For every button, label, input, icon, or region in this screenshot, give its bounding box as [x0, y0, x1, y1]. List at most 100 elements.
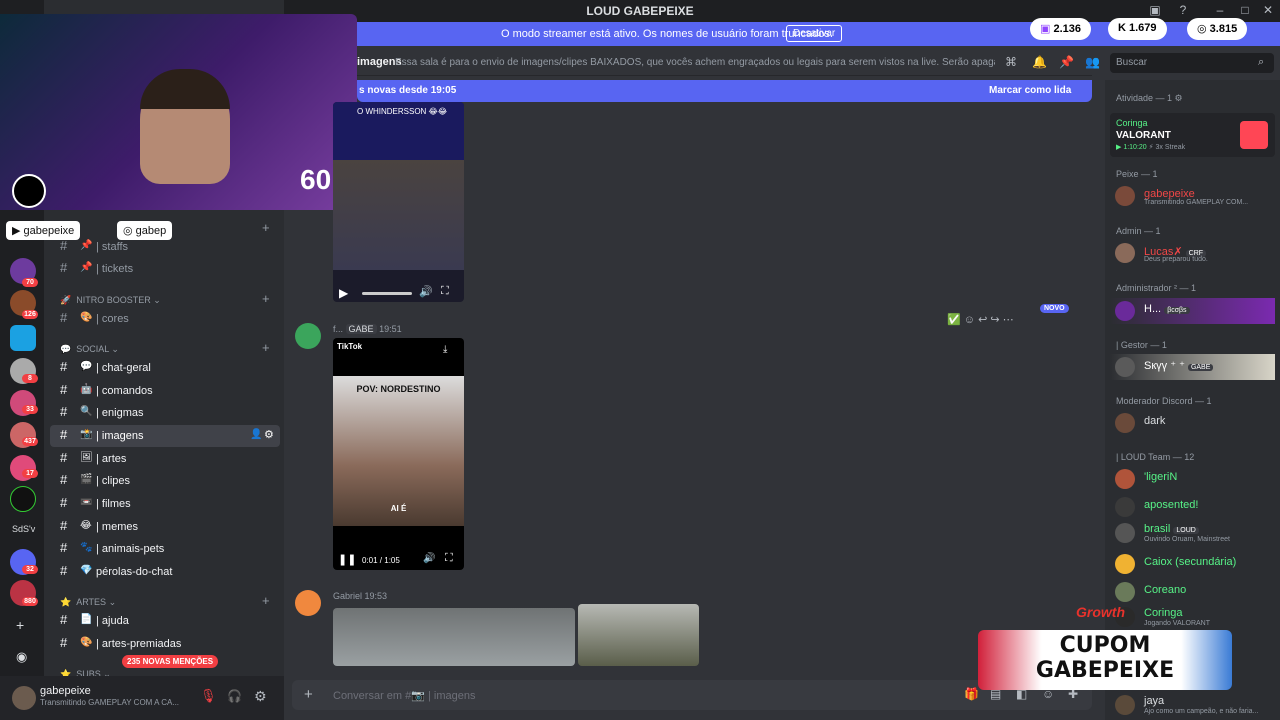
channel-ajuda[interactable]: # 📄 | ajuda: [50, 610, 280, 632]
add-channel-icon[interactable]: +: [262, 291, 270, 306]
category-artes[interactable]: ⭐ ARTES ⌄: [60, 597, 116, 608]
message-header: Gabriel 19:53: [333, 591, 387, 601]
fullscreen-icon[interactable]: ⛶: [441, 285, 449, 298]
avatar[interactable]: [295, 323, 321, 349]
channel-clipes[interactable]: # 🎬 | clipes: [50, 470, 280, 492]
explore-icon[interactable]: ◉: [16, 649, 27, 665]
channel-tickets[interactable]: # 📌 | tickets: [50, 258, 280, 280]
pause-icon[interactable]: ❚❚: [338, 553, 356, 566]
headphones-icon[interactable]: 🎧: [227, 689, 242, 703]
avatar[interactable]: [12, 686, 36, 710]
fullscreen-icon[interactable]: ⛶: [445, 552, 453, 565]
more-icon[interactable]: ⋯: [1003, 314, 1014, 326]
coupon-banner: CUPOM GABEPEIXE: [978, 630, 1232, 690]
member-item[interactable]: aposented!: [1110, 494, 1275, 520]
new-messages-bar[interactable]: s novas desde 19:05 Marcar como lida: [357, 80, 1092, 102]
add-channel-icon[interactable]: +: [262, 220, 270, 235]
video-progress[interactable]: [362, 292, 412, 295]
group-header: Moderador Discord — 1: [1116, 396, 1212, 406]
server-icon[interactable]: [10, 325, 36, 351]
download-icon[interactable]: ⤓: [443, 344, 447, 355]
channel-cores[interactable]: # 🎨 | cores: [50, 308, 280, 330]
video-time: 0:01 / 1:05: [362, 556, 400, 565]
mic-muted-icon[interactable]: 🎙: [200, 688, 217, 704]
volume-icon[interactable]: 🔊: [423, 553, 435, 564]
channel-topic[interactable]: Essa sala é para o envio de imagens/clip…: [395, 57, 995, 68]
message-input[interactable]: Conversar em #📷 | imagens: [333, 689, 476, 702]
attach-icon[interactable]: +: [304, 686, 313, 703]
image-attachment[interactable]: [578, 604, 699, 666]
search-input[interactable]: Buscar: [1110, 53, 1274, 73]
server-badge: 70: [22, 278, 38, 287]
sdsv-server[interactable]: SdS'v: [12, 524, 35, 534]
message-author[interactable]: f...: [333, 324, 343, 334]
youtube-icon: ▶: [12, 225, 24, 237]
reaction-icon[interactable]: ☺: [964, 314, 975, 326]
avatar[interactable]: [295, 590, 321, 616]
reply-icon[interactable]: ↩: [978, 314, 987, 326]
activity-card[interactable]: Coringa VALORANT ▶ 1:10:20 ⚡ 3x Streak: [1110, 113, 1275, 157]
minimize-icon[interactable]: –: [1210, 3, 1230, 17]
message-actions[interactable]: ✅ ☺ ↩ ↪ ⋯: [947, 313, 1014, 326]
maximize-icon[interactable]: □: [1235, 3, 1255, 17]
member-item[interactable]: gabepeixe Transmitindo GAMEPLAY COM...: [1110, 183, 1275, 209]
member-item[interactable]: Coreano: [1110, 579, 1275, 605]
threads-icon[interactable]: ⌘: [1005, 55, 1017, 69]
volume-icon[interactable]: 🔊: [419, 285, 433, 298]
channel-imagens[interactable]: # 📸 | imagens 👤 ⚙: [50, 425, 280, 447]
category-nitro[interactable]: 🚀 NITRO BOOSTER ⌄: [60, 295, 161, 306]
message-composer[interactable]: + Conversar em #📷 | imagens 🎁 ▤ ◧ ☺ ✚: [292, 680, 1092, 710]
forward-icon[interactable]: ↪: [990, 314, 999, 326]
member-item[interactable]: dark: [1110, 410, 1275, 436]
server-badge: 8: [22, 374, 38, 383]
message-author[interactable]: Gabriel: [333, 591, 362, 601]
channel-artes[interactable]: # 🖼 | artes: [50, 448, 280, 470]
members-icon[interactable]: 👥: [1085, 55, 1100, 69]
video-caption: O WHINDERSSON 😂😂: [357, 107, 448, 116]
member-item[interactable]: Lucas✗ CRF Deus preparou tudo.: [1110, 240, 1275, 266]
check-icon[interactable]: ✅: [947, 314, 961, 326]
member-item[interactable]: H... βcσβs: [1110, 298, 1275, 324]
member-item[interactable]: brasil LOUD Ouvindo Oruam, Mainstreet: [1110, 520, 1275, 546]
tiktok-video[interactable]: TikTok ⤓ POV: NORDESTINO AI É ❚❚ 0:01 / …: [333, 338, 464, 570]
add-channel-icon[interactable]: +: [262, 340, 270, 355]
invite-icon[interactable]: 👤: [250, 429, 262, 440]
member-item[interactable]: 'ligeriN: [1110, 466, 1275, 492]
inbox-icon[interactable]: ▣: [1145, 3, 1165, 17]
video-embed[interactable]: O WHINDERSSON 😂😂 ▶ 🔊 ⛶: [333, 102, 464, 302]
disable-streamer-button[interactable]: Desativar: [786, 25, 843, 42]
image-attachment[interactable]: [333, 608, 575, 666]
member-item[interactable]: Coringa Jogando VALORANT: [1110, 604, 1275, 630]
loud-server-icon[interactable]: [10, 486, 36, 512]
channel-chat-geral[interactable]: # 💬 | chat-geral: [50, 357, 280, 379]
user-settings-icon[interactable]: ⚙: [254, 688, 267, 705]
member-item[interactable]: Sкүү ⁺ ⁺ GABE: [1110, 354, 1275, 380]
bell-icon[interactable]: 🔔: [1032, 55, 1047, 69]
add-channel-icon[interactable]: +: [262, 593, 270, 608]
channel-artes-premiadas[interactable]: # 🎨 | artes-premiadas: [50, 633, 280, 655]
message-time: 19:51: [379, 324, 402, 334]
new-mentions-badge[interactable]: 235 NOVAS MENÇÕES: [122, 655, 219, 668]
play-icon[interactable]: ▶: [339, 286, 348, 300]
member-item[interactable]: Caiox (secundária): [1110, 551, 1275, 577]
channel-memes[interactable]: # 😂 | memes: [50, 516, 280, 538]
category-social[interactable]: 💬 SOCIAL ⌄: [60, 344, 119, 355]
server-badge: 17: [22, 469, 38, 478]
mark-read-button[interactable]: Marcar como lida: [989, 85, 1071, 96]
total-viewers: ◎ 3.815: [1187, 18, 1248, 40]
settings-icon[interactable]: ⚙: [264, 428, 274, 441]
help-icon[interactable]: ?: [1173, 3, 1193, 17]
pin-icon[interactable]: 📌: [1059, 55, 1074, 69]
gift-icon[interactable]: 🎁: [964, 687, 979, 701]
member-item[interactable]: jaya Ajo como um campeão, e não faria...: [1110, 692, 1275, 718]
group-header: Administrador ² — 1: [1116, 283, 1197, 293]
channel-filmes[interactable]: # 📼 | filmes: [50, 493, 280, 515]
add-server-icon[interactable]: +: [16, 617, 24, 633]
channel-comandos[interactable]: # 🤖 | comandos: [50, 380, 280, 402]
channel-enigmas[interactable]: # 🔍 | enigmas: [50, 402, 280, 424]
group-header: | LOUD Team — 12: [1116, 452, 1195, 462]
close-icon[interactable]: ✕: [1258, 3, 1278, 17]
channel-animais-pets[interactable]: # 🐾 | animais-pets: [50, 538, 280, 560]
channel-perolas-do-chat[interactable]: # 💎 pérolas-do-chat: [50, 561, 280, 583]
logo-icon: [12, 174, 46, 208]
